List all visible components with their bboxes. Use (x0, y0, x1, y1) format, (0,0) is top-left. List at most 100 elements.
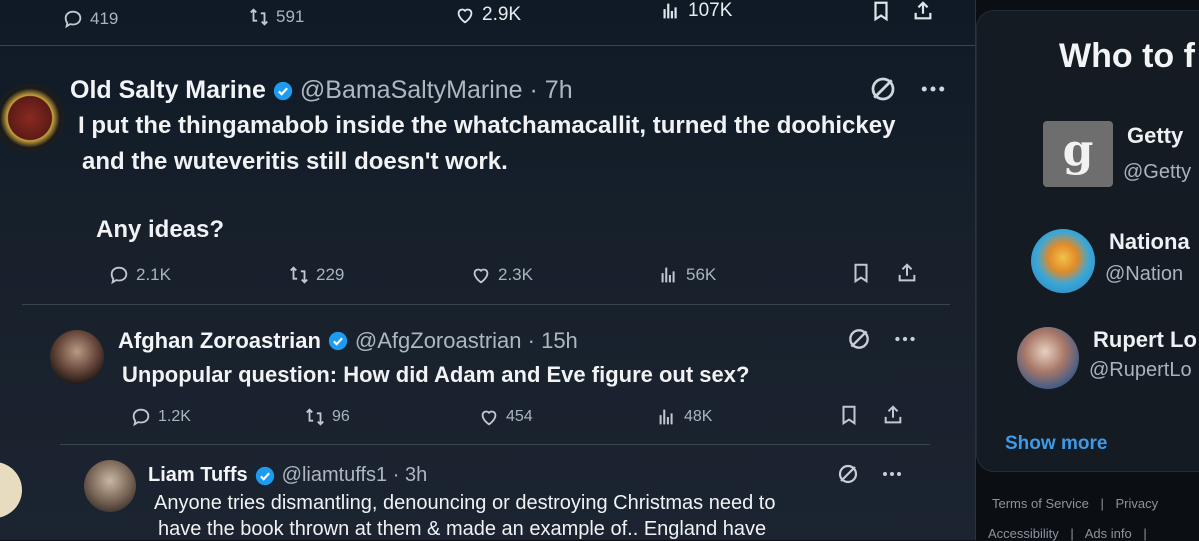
views-action[interactable]: 107K (660, 0, 732, 22)
more-icon[interactable] (892, 326, 918, 352)
tweet-2-like-action[interactable]: 454 (478, 406, 533, 428)
who-to-follow-title: Who to f (1059, 37, 1195, 75)
share-icon[interactable] (882, 404, 904, 426)
repost-count: 591 (276, 7, 305, 26)
views-icon (661, 267, 675, 283)
like-action[interactable]: 2.9K (454, 4, 521, 26)
share-icon[interactable] (912, 0, 934, 22)
tweet-1-text-line-2: and the wuteveritis still doesn't work. (82, 148, 508, 175)
divider (22, 304, 950, 305)
tweet-1-text-line-3: Any ideas? (96, 216, 225, 243)
timeline: 419 591 2.9K 107K Old Salty Marine @Bama… (0, 0, 976, 540)
tweet-1-repost-count: 229 (316, 265, 345, 284)
follow-handle-getty: @Getty (1123, 161, 1192, 183)
tweet-2-repost-count: 96 (332, 408, 350, 425)
footer-separator: | (1143, 526, 1147, 541)
tweet-3-author-name[interactable]: Liam Tuffs (148, 464, 248, 487)
follow-name-getty: Getty (1127, 123, 1184, 148)
divider (60, 444, 930, 445)
tweet-2-like-count: 454 (506, 408, 533, 425)
rupert-avatar (1017, 327, 1079, 389)
tweet-1-reply-action[interactable]: 2.1K (108, 264, 171, 286)
avatar-liam-tuffs[interactable] (84, 460, 136, 512)
tweet-3-header: Liam Tuffs @liamtuffs1 · 3h (148, 464, 427, 487)
grok-icon[interactable] (846, 326, 872, 352)
ads-info-link[interactable]: Ads info (1085, 526, 1132, 541)
tweet-1-repost-action[interactable]: 229 (288, 264, 344, 286)
tweet-2-reply-count: 1.2K (158, 408, 191, 425)
tweet-2-header: Afghan Zoroastrian @AfgZoroastrian · 15h (118, 328, 578, 354)
reply-icon (110, 266, 128, 285)
tweet-1-handle[interactable]: @BamaSaltyMarine · 7h (300, 76, 573, 105)
tweet-3-text-line-2: have the book thrown at them & made an e… (158, 518, 767, 540)
repost-icon (306, 408, 324, 426)
tweet-2-author-name[interactable]: Afghan Zoroastrian (118, 328, 321, 354)
grok-icon[interactable] (868, 74, 898, 104)
avatar-partial (0, 462, 22, 518)
getty-logo-icon: g (1043, 121, 1113, 187)
tweet-1-author-name[interactable]: Old Salty Marine (70, 76, 266, 105)
tweet-1-reply-count: 2.1K (136, 265, 171, 284)
footer-links-row-1: Terms of Service | Privacy (992, 496, 1158, 511)
tweet-2-extra-actions (838, 404, 904, 426)
bookmark-icon[interactable] (838, 404, 860, 426)
follow-name-rupert: Rupert Lo (1093, 327, 1197, 352)
accessibility-link[interactable]: Accessibility (988, 526, 1059, 541)
tweet-1-top-icons (868, 74, 948, 104)
bookmark-icon[interactable] (870, 0, 892, 22)
tweet-1-text-line-1: I put the thingamabob inside the whatcha… (78, 112, 896, 139)
repost-action[interactable]: 591 (248, 6, 304, 28)
top-bar-extra-actions (870, 0, 934, 22)
heart-icon (473, 268, 489, 284)
tweet-2-reply-action[interactable]: 1.2K (130, 406, 191, 428)
right-sidebar: Who to f g Getty @Getty Nationa @Nation … (976, 0, 1199, 541)
who-to-follow-card: Who to f g Getty @Getty Nationa @Nation … (976, 10, 1199, 472)
tweet-3-text-line-1: Anyone tries dismantling, denouncing or … (154, 492, 776, 514)
reply-action[interactable]: 419 (62, 8, 118, 30)
footer-separator: | (1070, 526, 1074, 541)
tweet-2-handle[interactable]: @AfgZoroastrian · 15h (355, 328, 578, 354)
more-icon[interactable] (880, 462, 904, 486)
tweet-2-top-icons (846, 326, 918, 352)
repost-icon (250, 8, 268, 26)
grok-icon[interactable] (836, 462, 860, 486)
tweet-2-views-count: 48K (684, 408, 713, 425)
follow-handle-rupert: @RupertLo (1089, 359, 1192, 381)
tweet-2-text-line-1: Unpopular question: How did Adam and Eve… (122, 362, 750, 387)
like-count: 2.9K (482, 4, 522, 25)
footer-separator: | (1100, 496, 1104, 511)
reply-icon (132, 408, 150, 427)
reply-icon (64, 10, 82, 29)
repost-icon (290, 266, 308, 284)
views-count: 107K (688, 0, 733, 21)
divider (0, 45, 975, 46)
verified-badge-icon (327, 330, 349, 352)
reply-count: 419 (90, 9, 119, 28)
tweet-1-like-count: 2.3K (498, 265, 533, 284)
tweet-1-views-action[interactable]: 56K (658, 264, 716, 286)
avatar-afghan-zoroastrian[interactable] (50, 330, 104, 384)
views-icon (659, 409, 673, 425)
avatar-old-salty-marine[interactable] (0, 84, 64, 152)
tweet-2-repost-action[interactable]: 96 (304, 406, 350, 428)
tweet-1-header: Old Salty Marine @BamaSaltyMarine · 7h (70, 76, 573, 105)
tweet-1-like-action[interactable]: 2.3K (470, 264, 533, 286)
bookmark-icon[interactable] (850, 262, 872, 284)
footer-links-row-2: Accessibility | Ads info | (988, 526, 1155, 541)
views-icon (663, 3, 677, 19)
verified-badge-icon (254, 465, 276, 487)
national-avatar (1031, 229, 1095, 293)
verified-badge-icon (272, 80, 294, 102)
more-icon[interactable] (918, 74, 948, 104)
tweet-3-top-icons (836, 462, 904, 486)
tweet-2-views-action[interactable]: 48K (656, 406, 712, 428)
follow-name-national: Nationa (1109, 229, 1190, 254)
terms-link[interactable]: Terms of Service (992, 496, 1089, 511)
privacy-link[interactable]: Privacy (1115, 496, 1158, 511)
follow-handle-national: @Nation (1105, 263, 1184, 285)
tweet-1-views-count: 56K (686, 265, 717, 284)
share-icon[interactable] (896, 262, 918, 284)
show-more-link[interactable]: Show more (1005, 433, 1107, 455)
tweet-3-handle[interactable]: @liamtuffs1 · 3h (282, 464, 428, 487)
heart-icon (481, 410, 497, 426)
